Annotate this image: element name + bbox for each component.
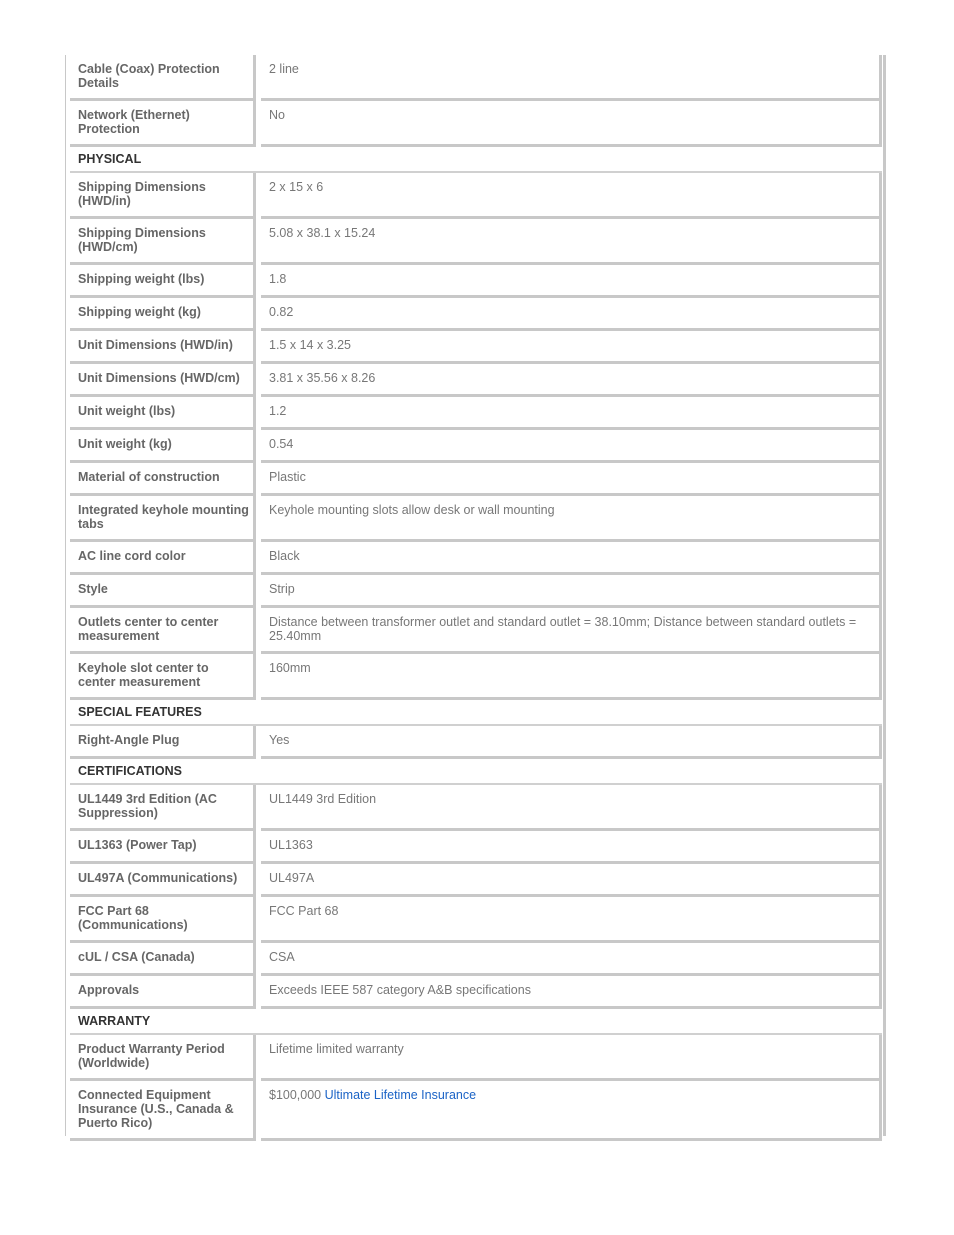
spec-value: Distance between transformer outlet and … (261, 608, 882, 654)
section-title: SPECIAL FEATURES (70, 700, 882, 726)
spec-label: Shipping weight (kg) (70, 298, 256, 331)
spec-row: Shipping weight (kg) 0.82 (70, 298, 882, 331)
spec-value: 2 line (261, 55, 882, 101)
spec-row: Shipping weight (lbs) 1.8 (70, 265, 882, 298)
spec-row: Unit Dimensions (HWD/in) 1.5 x 14 x 3.25 (70, 331, 882, 364)
spec-row: Unit weight (lbs) 1.2 (70, 397, 882, 430)
spec-row: UL1363 (Power Tap) UL1363 (70, 831, 882, 864)
spec-row: Material of construction Plastic (70, 463, 882, 496)
spec-value: Yes (261, 726, 882, 759)
spec-row: UL1449 3rd Edition (AC Suppression) UL14… (70, 785, 882, 831)
spec-row: Outlets center to center measurement Dis… (70, 608, 882, 654)
spec-label: FCC Part 68 (Communications) (70, 897, 256, 943)
spec-label: Shipping Dimensions (HWD/cm) (70, 219, 256, 265)
spec-label: Cable (Coax) Protection Details (70, 55, 256, 101)
spec-label: cUL / CSA (Canada) (70, 943, 256, 976)
spec-row: FCC Part 68 (Communications) FCC Part 68 (70, 897, 882, 943)
spec-row: AC line cord color Black (70, 542, 882, 575)
spec-value: UL1363 (261, 831, 882, 864)
spec-label: AC line cord color (70, 542, 256, 575)
spec-label: Unit Dimensions (HWD/cm) (70, 364, 256, 397)
spec-row: Shipping Dimensions (HWD/in) 2 x 15 x 6 (70, 173, 882, 219)
section-header-certifications: CERTIFICATIONS (70, 759, 882, 785)
spec-label: Approvals (70, 976, 256, 1009)
spec-value: Keyhole mounting slots allow desk or wal… (261, 496, 882, 542)
spec-label: Shipping Dimensions (HWD/in) (70, 173, 256, 219)
spec-row: Approvals Exceeds IEEE 587 category A&B … (70, 976, 882, 1009)
spec-row: Keyhole slot center to center measuremen… (70, 654, 882, 700)
spec-label: UL497A (Communications) (70, 864, 256, 897)
spec-value: UL497A (261, 864, 882, 897)
spec-value: 160mm (261, 654, 882, 700)
spec-label: Outlets center to center measurement (70, 608, 256, 654)
spec-label: Connected Equipment Insurance (U.S., Can… (70, 1081, 256, 1141)
spec-value: Plastic (261, 463, 882, 496)
spec-row: Unit Dimensions (HWD/cm) 3.81 x 35.56 x … (70, 364, 882, 397)
spec-value: Strip (261, 575, 882, 608)
spec-value: No (261, 101, 882, 147)
spec-row: Right-Angle Plug Yes (70, 726, 882, 759)
spec-value: 3.81 x 35.56 x 8.26 (261, 364, 882, 397)
spec-value: FCC Part 68 (261, 897, 882, 943)
spec-label: Right-Angle Plug (70, 726, 256, 759)
spec-label: Network (Ethernet) Protection (70, 101, 256, 147)
insurance-amount: $100,000 (269, 1088, 325, 1102)
spec-row: Integrated keyhole mounting tabs Keyhole… (70, 496, 882, 542)
spec-value: 0.82 (261, 298, 882, 331)
spec-label: Material of construction (70, 463, 256, 496)
spec-label: Style (70, 575, 256, 608)
ultimate-lifetime-insurance-link[interactable]: Ultimate Lifetime Insurance (325, 1088, 476, 1102)
section-header-special-features: SPECIAL FEATURES (70, 700, 882, 726)
spec-label: Unit Dimensions (HWD/in) (70, 331, 256, 364)
spec-value: Exceeds IEEE 587 category A&B specificat… (261, 976, 882, 1009)
spec-label: UL1363 (Power Tap) (70, 831, 256, 864)
spec-label: Keyhole slot center to center measuremen… (70, 654, 256, 700)
spec-value: Lifetime limited warranty (261, 1035, 882, 1081)
spec-value: 1.8 (261, 265, 882, 298)
spec-value: 0.54 (261, 430, 882, 463)
section-title: WARRANTY (70, 1009, 882, 1035)
spec-label: Integrated keyhole mounting tabs (70, 496, 256, 542)
spec-value: $100,000 Ultimate Lifetime Insurance (261, 1081, 882, 1141)
spec-row: Cable (Coax) Protection Details 2 line (70, 55, 882, 101)
spec-value: CSA (261, 943, 882, 976)
spec-row: UL497A (Communications) UL497A (70, 864, 882, 897)
section-title: PHYSICAL (70, 147, 882, 173)
spec-row: Style Strip (70, 575, 882, 608)
spec-label: Shipping weight (lbs) (70, 265, 256, 298)
section-header-warranty: WARRANTY (70, 1009, 882, 1035)
spec-row: cUL / CSA (Canada) CSA (70, 943, 882, 976)
spec-row: Product Warranty Period (Worldwide) Life… (70, 1035, 882, 1081)
spec-value: 1.2 (261, 397, 882, 430)
specifications-table: Cable (Coax) Protection Details 2 line N… (70, 55, 882, 1141)
spec-value: Black (261, 542, 882, 575)
spec-label: UL1449 3rd Edition (AC Suppression) (70, 785, 256, 831)
spec-value: 5.08 x 38.1 x 15.24 (261, 219, 882, 265)
spec-row: Network (Ethernet) Protection No (70, 101, 882, 147)
spec-value: 1.5 x 14 x 3.25 (261, 331, 882, 364)
spec-label: Unit weight (kg) (70, 430, 256, 463)
spec-row: Connected Equipment Insurance (U.S., Can… (70, 1081, 882, 1141)
spec-value: UL1449 3rd Edition (261, 785, 882, 831)
section-header-physical: PHYSICAL (70, 147, 882, 173)
spec-label: Product Warranty Period (Worldwide) (70, 1035, 256, 1081)
spec-row: Shipping Dimensions (HWD/cm) 5.08 x 38.1… (70, 219, 882, 265)
spec-label: Unit weight (lbs) (70, 397, 256, 430)
spec-row: Unit weight (kg) 0.54 (70, 430, 882, 463)
spec-value: 2 x 15 x 6 (261, 173, 882, 219)
section-title: CERTIFICATIONS (70, 759, 882, 785)
